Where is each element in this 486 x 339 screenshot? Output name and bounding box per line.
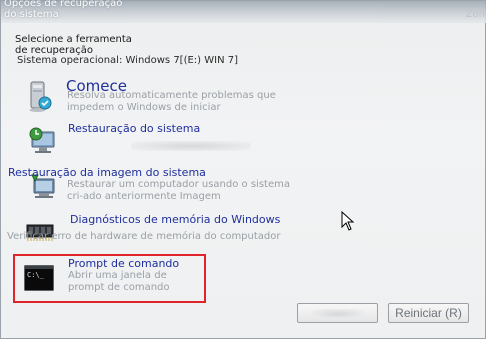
option-memory-diagnostic-desc: Verificar erro de hardware de memória do… (7, 231, 281, 242)
mouse-cursor-icon (341, 210, 355, 235)
window-title: Opções de recuperação do sistema (4, 0, 123, 20)
restart-button[interactable]: Reiniciar (R) (388, 303, 469, 323)
option-system-image-recovery[interactable]: Restauração da imagem do sistema (8, 166, 206, 179)
option-startup-repair-desc: Resolva automaticamente problemas que im… (67, 90, 276, 113)
option-command-prompt-desc: Abrir uma janela de prompt de comando (68, 270, 170, 293)
obscured-description (131, 141, 251, 151)
option-system-image-recovery-desc: Restaurar um computador usando o sistema… (67, 179, 290, 202)
obscured-button-label (312, 309, 364, 319)
title-bar: Opções de recuperação do sistema Zon (1, 0, 486, 23)
recovery-options-window: Opções de recuperação do sistema Zon Sel… (0, 0, 486, 339)
command-prompt-icon[interactable]: C:\_ (24, 265, 54, 295)
startup-repair-icon[interactable] (27, 81, 53, 117)
option-memory-diagnostic[interactable]: Diagnósticos de memória do Windows (70, 213, 280, 226)
option-system-restore[interactable]: Restauração do sistema (68, 122, 200, 135)
intro-text: Selecione a ferramenta de recuperação (15, 34, 132, 56)
operating-system-line: Sistema operacional: Windows 7[(E:) WIN … (17, 55, 239, 66)
title-right-text: Zon (465, 9, 485, 20)
system-restore-icon[interactable] (27, 125, 57, 159)
svg-text:C:\_: C:\_ (27, 271, 45, 279)
blurred-button[interactable] (297, 303, 378, 323)
option-command-prompt[interactable]: Prompt de comando (68, 257, 179, 270)
